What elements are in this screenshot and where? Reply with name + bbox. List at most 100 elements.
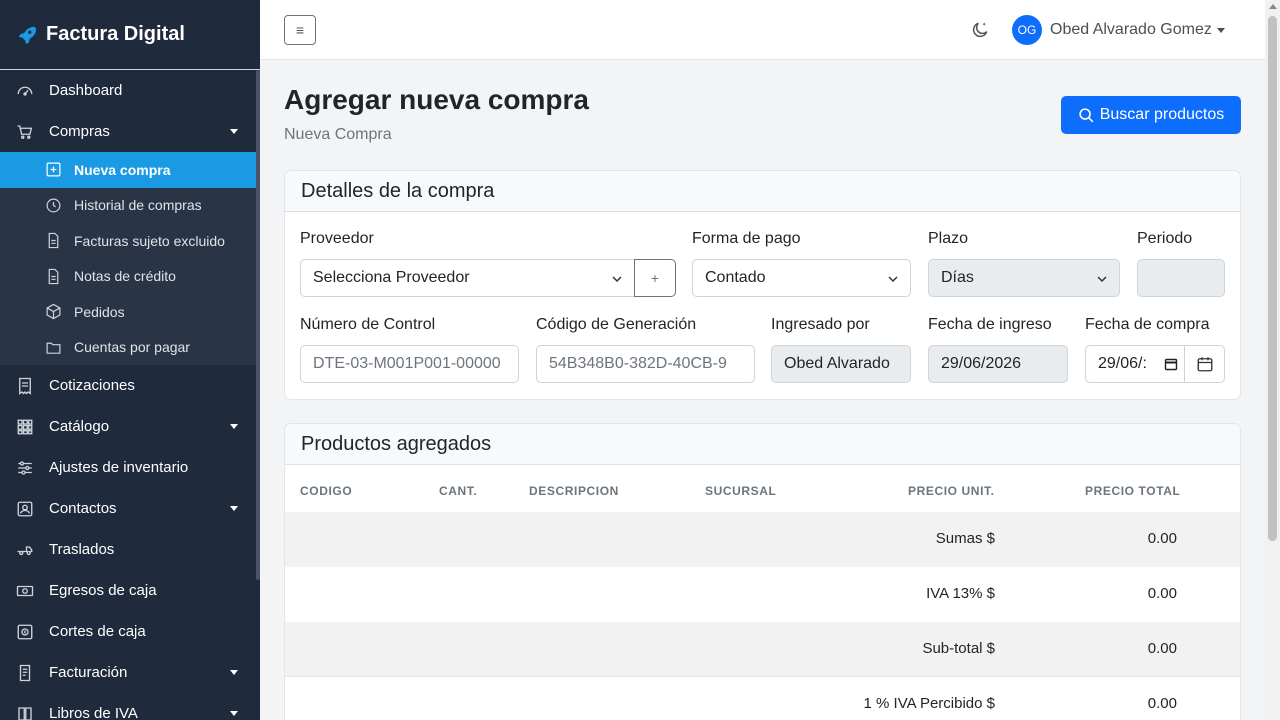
plazo-select[interactable]: Días [928,259,1120,297]
column-header-sucursal: SUCURSAL [705,484,777,498]
forma-pago-select[interactable]: Contado [692,259,911,297]
calendar-icon [1197,357,1212,372]
sidebar-item-label: Contactos [49,500,117,517]
sidebar-subitem-historial[interactable]: Historial de compras [0,188,260,224]
proveedor-select[interactable]: Selecciona Proveedor [300,259,635,297]
codigo-generacion-value: 54B348B0-382D-40CB-9 [549,355,727,372]
user-menu[interactable]: OG Obed Alvarado Gomez [1012,15,1225,45]
sidebar-subitem-cuentas-pagar[interactable]: Cuentas por pagar [0,330,260,366]
chevron-down-icon [888,276,898,283]
main-content: Agregar nueva compra Nueva Compra Buscar… [260,60,1265,720]
fecha-compra-label: Fecha de compra [1085,316,1210,333]
ingresado-por-label: Ingresado por [771,316,870,333]
sidebar-item-label: Catálogo [49,418,110,435]
sidebar-item-ajustes-inventario[interactable]: Ajustes de inventario [0,447,260,488]
column-header-codigo: CODIGO [300,484,353,498]
table-row: 1 % IVA Percibido $ 0.00 [285,676,1240,720]
sidebar-subitem-notas-credito[interactable]: Notas de crédito [0,259,260,295]
codigo-generacion-label: Código de Generación [536,316,697,333]
total-label: Sumas $ [935,530,995,547]
cart-icon [16,123,34,141]
sidebar-subitem-label: Facturas sujeto excluido [74,232,225,249]
sidebar-item-label: Compras [49,123,110,140]
moon-icon[interactable] [970,20,990,40]
sidebar-item-label: Libros de IVA [49,705,138,720]
add-proveedor-button[interactable]: + [634,259,676,297]
numero-control-input[interactable]: DTE-03-M001P001-00000 [300,345,519,383]
menu-toggle-button[interactable]: ≡ [284,15,316,45]
sidebar-subitem-label: Cuentas por pagar [74,339,190,356]
fecha-ingreso-value: 29/06/2026 [941,355,1022,372]
sidebar-item-label: Dashboard [49,82,123,99]
total-value: 0.00 [1147,530,1177,547]
sidebar-subitem-pedidos[interactable]: Pedidos [0,294,260,330]
chevron-down-icon [230,424,238,429]
document-icon [44,267,62,285]
scrollbar-thumb[interactable] [1268,16,1277,541]
sidebar-nav: Dashboard Compras [0,70,260,152]
sidebar-item-facturacion[interactable]: Facturación [0,652,260,693]
sidebar-item-egresos-caja[interactable]: Egresos de caja [0,570,260,611]
ingresado-por-value: Obed Alvarado [784,355,890,372]
sidebar-item-dashboard[interactable]: Dashboard [0,70,260,111]
sidebar-item-label: Cortes de caja [49,623,146,640]
folder-icon [44,338,62,356]
sidebar-subitem-label: Nueva compra [74,161,171,178]
sidebar-subitem-nueva-compra[interactable]: Nueva compra [0,152,260,188]
rocket-icon [18,26,37,44]
sidebar-item-compras[interactable]: Compras [0,111,260,152]
periodo-input[interactable] [1137,259,1225,297]
receipt-icon [16,377,34,395]
plazo-value: Días [941,269,974,286]
sidebar-item-contactos[interactable]: Contactos [0,488,260,529]
sidebar-item-catalogo[interactable]: Catálogo [0,406,260,447]
dashboard-icon [16,82,34,100]
sidebar-item-cotizaciones[interactable]: Cotizaciones [0,365,260,406]
sidebar-item-cortes-caja[interactable]: Cortes de caja [0,611,260,652]
brand[interactable]: Factura Digital [0,0,260,70]
forma-pago-label: Forma de pago [692,230,801,247]
button-label: Buscar productos [1099,106,1225,123]
scroll-up-icon[interactable] [1269,4,1277,9]
contact-icon [16,500,34,518]
proveedor-value: Selecciona Proveedor [313,269,470,286]
fecha-compra-value: 29/06/: [1098,355,1147,372]
sidebar-item-label: Egresos de caja [49,582,157,599]
page-title: Agregar nueva compra [284,84,589,115]
cash-register-icon [16,623,34,641]
plus-square-icon [44,161,62,179]
calendar-icon[interactable] [1164,357,1178,371]
fecha-ingreso-input[interactable]: 29/06/2026 [928,345,1068,383]
buscar-productos-button[interactable]: Buscar productos [1061,96,1241,134]
clock-icon [44,196,62,214]
sidebar-subitem-sujeto-excluido[interactable]: Facturas sujeto excluido [0,223,260,259]
column-header-cant: CANT. [439,484,478,498]
search-icon [1079,107,1094,122]
sidebar-item-label: Traslados [49,541,115,558]
total-value: 0.00 [1147,695,1177,712]
codigo-generacion-input[interactable]: 54B348B0-382D-40CB-9 [536,345,755,383]
sidebar-nav-rest: Cotizaciones Catálogo Ajustes de inventa… [0,365,260,720]
fecha-ingreso-label: Fecha de ingreso [928,316,1052,333]
table-row: IVA 13% $ 0.00 [285,567,1240,622]
sidebar: Factura Digital Dashboard Compras Nueva … [0,0,260,720]
chevron-down-icon [230,129,238,134]
sidebar-item-traslados[interactable]: Traslados [0,529,260,570]
column-header-precio-unit: PRECIO UNIT. [908,484,995,498]
chevron-down-icon [230,506,238,511]
chevron-down-icon [230,670,238,675]
chevron-down-icon [612,276,622,283]
truck-icon [16,541,34,559]
total-label: 1 % IVA Percibido $ [863,695,995,712]
fecha-compra-input[interactable]: 29/06/: [1085,345,1185,383]
numero-control-value: DTE-03-M001P001-00000 [313,355,501,372]
topbar: ≡ OG Obed Alvarado Gomez [260,0,1265,60]
plus-icon: + [650,270,660,286]
calendar-button[interactable] [1184,345,1225,383]
chevron-down-icon [1216,27,1225,33]
sidebar-item-libros-iva[interactable]: Libros de IVA [0,693,260,720]
column-header-precio-total: PRECIO TOTAL [1085,484,1181,498]
detalles-card: Detalles de la compra Proveedor Seleccio… [284,170,1241,400]
ingresado-por-input[interactable]: Obed Alvarado [771,345,911,383]
page-scrollbar[interactable] [1265,0,1280,720]
